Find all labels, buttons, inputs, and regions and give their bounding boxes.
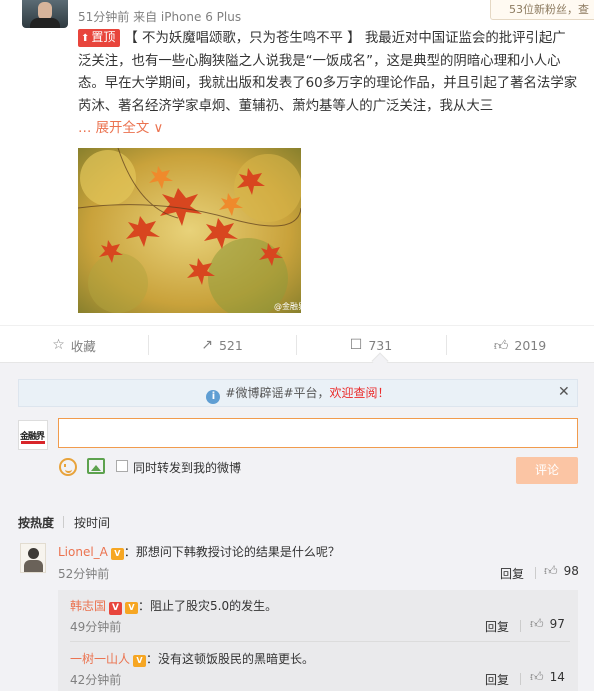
favorite-button[interactable]: ☆ 收藏 bbox=[0, 326, 148, 364]
reply-like-button[interactable]: 👍︎ 14 bbox=[530, 670, 565, 685]
divider bbox=[535, 567, 536, 579]
comment-count: 731 bbox=[368, 337, 393, 353]
reply-username[interactable]: 一树一山人 bbox=[70, 652, 130, 666]
divider bbox=[520, 620, 521, 632]
forward-icon: ↗ bbox=[201, 337, 213, 353]
reply-time: 42分钟前 bbox=[70, 673, 122, 687]
sort-by-time[interactable]: 按时间 bbox=[74, 514, 110, 531]
divider bbox=[63, 516, 64, 528]
vip-icon: V bbox=[133, 655, 147, 667]
emoji-icon[interactable] bbox=[59, 458, 77, 476]
forward-button[interactable]: ↗ 521 bbox=[148, 326, 296, 364]
expand-label: … 展开全文 bbox=[78, 121, 150, 136]
post-meta: 51分钟前 来自 iPhone 6 Plus bbox=[78, 10, 242, 24]
star-icon: ☆ bbox=[52, 337, 65, 353]
forward-count: 521 bbox=[218, 337, 243, 353]
close-icon[interactable]: ✕ bbox=[558, 384, 570, 400]
info-icon: i bbox=[206, 390, 221, 404]
post-text: 【 不为妖魔唱颂歌，只为苍生鸣不平 】 我最近对中国证监会的批评引起广泛关注，也… bbox=[78, 31, 578, 114]
reply-button[interactable]: 回复 bbox=[485, 618, 509, 635]
sort-by-hot[interactable]: 按热度 bbox=[18, 514, 54, 531]
reply-like-count: 97 bbox=[549, 617, 565, 631]
divider bbox=[520, 673, 521, 685]
expand-full-text[interactable]: … 展开全文 ∨ bbox=[78, 121, 163, 136]
comment-like-button[interactable]: 👍︎ 98 bbox=[544, 564, 579, 579]
post-image[interactable]: @金融界 bbox=[78, 148, 301, 313]
sync-forward-label: 同时转发到我的微博 bbox=[133, 461, 242, 475]
notice-text: #微博辟谣#平台， bbox=[225, 386, 330, 400]
like-count: 2019 bbox=[514, 337, 547, 353]
vip-icon: V bbox=[125, 602, 139, 614]
pinned-label: 置顶 bbox=[91, 30, 116, 44]
vip-icon: V bbox=[110, 548, 124, 560]
comment-line: Lionel_A V ：那想问下韩教授讨论的结果是什么呢？ bbox=[58, 543, 340, 560]
comment-username[interactable]: Lionel_A bbox=[58, 545, 108, 559]
comment-icon: ☐ bbox=[349, 337, 363, 353]
pinned-badge: ⬆ 置顶 bbox=[78, 29, 121, 47]
sync-forward-checkbox[interactable] bbox=[116, 460, 128, 472]
post-body: ⬆ 置顶【 不为妖魔唱颂歌，只为苍生鸣不平 】 我最近对中国证监会的批评引起广泛关… bbox=[78, 28, 578, 141]
action-bar: ☆ 收藏 ↗ 521 ☐ 731 👍︎ 2019 bbox=[0, 325, 594, 363]
author-avatar[interactable] bbox=[22, 0, 68, 28]
thumbs-up-icon: 👍︎ bbox=[530, 670, 544, 685]
comment-time: 52分钟前 bbox=[58, 567, 110, 581]
reply-line: 韩志国 V V ：阻止了股灾5.0的发生。 bbox=[70, 597, 277, 615]
reply-button[interactable]: 回复 bbox=[485, 671, 509, 688]
thumbs-up-icon: 👍︎ bbox=[544, 564, 558, 579]
reply-time: 49分钟前 bbox=[70, 620, 122, 634]
comment-like-count: 98 bbox=[563, 564, 579, 578]
like-button[interactable]: 👍︎ 2019 bbox=[446, 326, 594, 364]
notice-link[interactable]: 欢迎查阅！ bbox=[330, 386, 390, 400]
rumor-notice: i #微博辟谣#平台，欢迎查阅！ bbox=[18, 379, 578, 407]
new-followers-tip[interactable]: 53位新粉丝，查 bbox=[490, 0, 594, 20]
favorite-label: 收藏 bbox=[70, 338, 96, 354]
comment-input[interactable] bbox=[58, 418, 578, 448]
reply-text: ：阻止了股灾5.0的发生。 bbox=[138, 599, 278, 613]
thumbs-up-icon: 👍︎ bbox=[493, 337, 509, 354]
reply-line: 一树一山人 V ：没有这顿饭股民的黑暗更长。 bbox=[70, 650, 314, 667]
comment-text: ：那想问下韩教授讨论的结果是什么呢？ bbox=[123, 545, 340, 559]
verified-icon: V bbox=[109, 602, 123, 615]
reply-button[interactable]: 回复 bbox=[500, 565, 524, 582]
chevron-down-icon: ∨ bbox=[153, 121, 164, 136]
reply-username[interactable]: 韩志国 bbox=[70, 599, 106, 613]
maple-leaves-image: @金融界 bbox=[78, 148, 301, 313]
divider bbox=[70, 641, 570, 642]
reply-like-count: 14 bbox=[549, 670, 565, 684]
reply-like-button[interactable]: 👍︎ 97 bbox=[530, 617, 565, 632]
image-icon[interactable] bbox=[87, 458, 105, 474]
pin-icon: ⬆ bbox=[81, 33, 90, 44]
thumbs-up-icon: 👍︎ bbox=[530, 617, 544, 632]
commenter-logo: 金融界 bbox=[18, 420, 48, 450]
comment-button[interactable]: ☐ 731 bbox=[296, 326, 446, 364]
reply-text: ：没有这顿饭股民的黑暗更长。 bbox=[146, 652, 315, 666]
watermark: @金融界 bbox=[274, 301, 301, 311]
avatar[interactable] bbox=[20, 543, 46, 573]
submit-comment-button[interactable]: 评论 bbox=[516, 457, 578, 484]
